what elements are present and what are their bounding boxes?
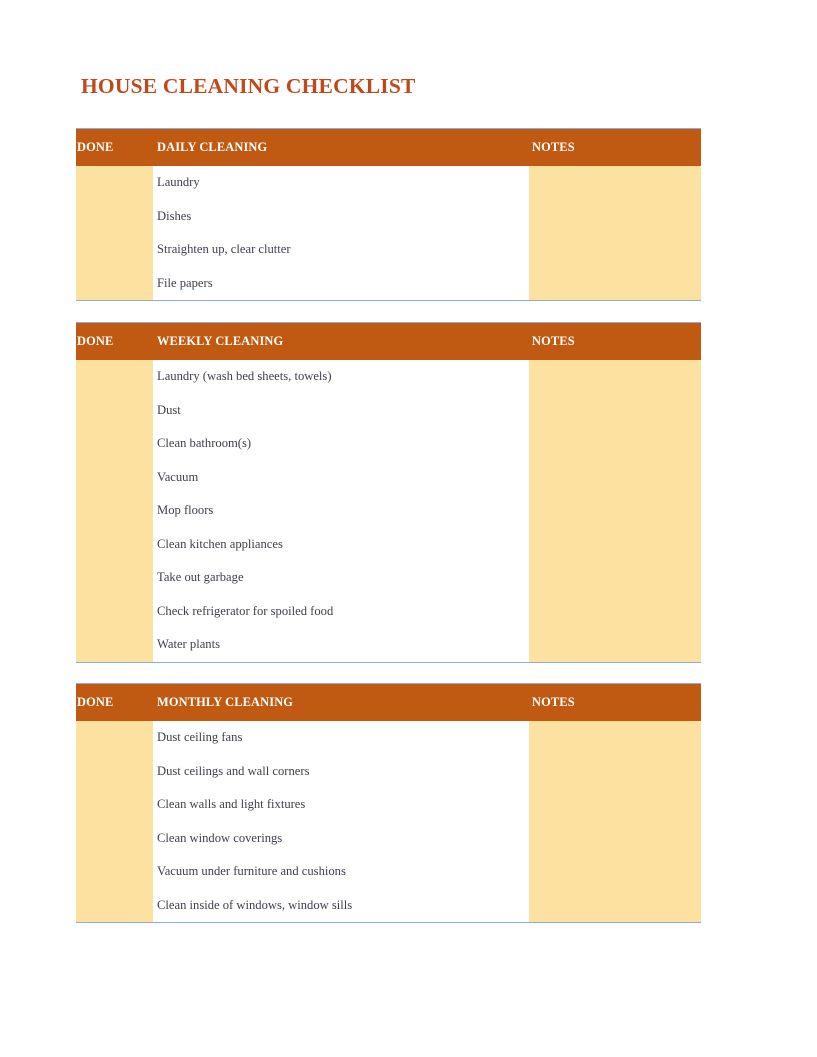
done-checkbox-cell[interactable] (76, 360, 153, 394)
column-header-monthly-cleaning: MONTHLY CLEANING (153, 683, 529, 721)
notes-cell[interactable] (529, 561, 701, 595)
table-row: Mop floors (76, 494, 701, 528)
task-label: Dust (153, 393, 529, 427)
done-checkbox-cell[interactable] (76, 721, 153, 755)
table-row: Laundry (76, 166, 701, 200)
column-header-notes: NOTES (529, 322, 701, 360)
table-body-weekly: Laundry (wash bed sheets, towels) Dust C… (76, 360, 701, 662)
notes-cell[interactable] (529, 393, 701, 427)
table-header-row: DONE DAILY CLEANING NOTES (76, 128, 701, 166)
table-row: Dust (76, 393, 701, 427)
done-checkbox-cell[interactable] (76, 561, 153, 595)
task-label: Clean bathroom(s) (153, 427, 529, 461)
notes-cell[interactable] (529, 427, 701, 461)
done-checkbox-cell[interactable] (76, 393, 153, 427)
done-checkbox-cell[interactable] (76, 166, 153, 200)
done-checkbox-cell[interactable] (76, 888, 153, 923)
table-row: Clean window coverings (76, 821, 701, 855)
column-header-done: DONE (76, 683, 153, 721)
done-checkbox-cell[interactable] (76, 233, 153, 267)
task-label: Straighten up, clear clutter (153, 233, 529, 267)
done-checkbox-cell[interactable] (76, 754, 153, 788)
column-header-done: DONE (76, 322, 153, 360)
notes-cell[interactable] (529, 721, 701, 755)
task-label: Take out garbage (153, 561, 529, 595)
task-label: Vacuum under furniture and cushions (153, 855, 529, 889)
task-label: Water plants (153, 628, 529, 662)
table-row: Clean bathroom(s) (76, 427, 701, 461)
task-label: Vacuum (153, 460, 529, 494)
notes-cell[interactable] (529, 821, 701, 855)
table-row: Vacuum (76, 460, 701, 494)
task-label: File papers (153, 266, 529, 301)
notes-cell[interactable] (529, 754, 701, 788)
table-row: Straighten up, clear clutter (76, 233, 701, 267)
table-row: Vacuum under furniture and cushions (76, 855, 701, 889)
notes-cell[interactable] (529, 166, 701, 200)
task-label: Dishes (153, 199, 529, 233)
column-header-daily-cleaning: DAILY CLEANING (153, 128, 529, 166)
table-row: Water plants (76, 628, 701, 662)
task-label: Laundry (wash bed sheets, towels) (153, 360, 529, 394)
notes-cell[interactable] (529, 628, 701, 662)
done-checkbox-cell[interactable] (76, 266, 153, 301)
done-checkbox-cell[interactable] (76, 628, 153, 662)
table-row: Dishes (76, 199, 701, 233)
task-label: Check refrigerator for spoiled food (153, 594, 529, 628)
table-row: Clean inside of windows, window sills (76, 888, 701, 923)
table-body-monthly: Dust ceiling fans Dust ceilings and wall… (76, 721, 701, 923)
checklist-table-daily: DONE DAILY CLEANING NOTES Laundry Dishes… (76, 128, 701, 301)
done-checkbox-cell[interactable] (76, 199, 153, 233)
table-row: Laundry (wash bed sheets, towels) (76, 360, 701, 394)
table-header-row: DONE MONTHLY CLEANING NOTES (76, 683, 701, 721)
notes-cell[interactable] (529, 855, 701, 889)
notes-cell[interactable] (529, 360, 701, 394)
done-checkbox-cell[interactable] (76, 460, 153, 494)
notes-cell[interactable] (529, 888, 701, 923)
column-header-notes: NOTES (529, 128, 701, 166)
column-header-weekly-cleaning: WEEKLY CLEANING (153, 322, 529, 360)
document-page: HOUSE CLEANING CHECKLIST DONE DAILY CLEA… (0, 0, 817, 1057)
task-label: Clean kitchen appliances (153, 527, 529, 561)
task-label: Clean window coverings (153, 821, 529, 855)
table-row: Check refrigerator for spoiled food (76, 594, 701, 628)
done-checkbox-cell[interactable] (76, 427, 153, 461)
notes-cell[interactable] (529, 266, 701, 301)
task-label: Clean inside of windows, window sills (153, 888, 529, 923)
table-header-row: DONE WEEKLY CLEANING NOTES (76, 322, 701, 360)
notes-cell[interactable] (529, 527, 701, 561)
task-label: Dust ceilings and wall corners (153, 754, 529, 788)
notes-cell[interactable] (529, 494, 701, 528)
notes-cell[interactable] (529, 594, 701, 628)
done-checkbox-cell[interactable] (76, 494, 153, 528)
checklist-table-weekly: DONE WEEKLY CLEANING NOTES Laundry (wash… (76, 322, 701, 663)
notes-cell[interactable] (529, 460, 701, 494)
table-row: Take out garbage (76, 561, 701, 595)
column-header-notes: NOTES (529, 683, 701, 721)
table-body-daily: Laundry Dishes Straighten up, clear clut… (76, 166, 701, 301)
table-row: Clean kitchen appliances (76, 527, 701, 561)
table-row: Dust ceiling fans (76, 721, 701, 755)
done-checkbox-cell[interactable] (76, 594, 153, 628)
done-checkbox-cell[interactable] (76, 855, 153, 889)
table-row: File papers (76, 266, 701, 301)
checklist-table-monthly: DONE MONTHLY CLEANING NOTES Dust ceiling… (76, 683, 701, 923)
table-row: Dust ceilings and wall corners (76, 754, 701, 788)
column-header-done: DONE (76, 128, 153, 166)
table-row: Clean walls and light fixtures (76, 788, 701, 822)
notes-cell[interactable] (529, 199, 701, 233)
task-label: Mop floors (153, 494, 529, 528)
task-label: Laundry (153, 166, 529, 200)
task-label: Dust ceiling fans (153, 721, 529, 755)
done-checkbox-cell[interactable] (76, 788, 153, 822)
done-checkbox-cell[interactable] (76, 821, 153, 855)
notes-cell[interactable] (529, 788, 701, 822)
done-checkbox-cell[interactable] (76, 527, 153, 561)
page-title: HOUSE CLEANING CHECKLIST (81, 74, 416, 98)
task-label: Clean walls and light fixtures (153, 788, 529, 822)
notes-cell[interactable] (529, 233, 701, 267)
